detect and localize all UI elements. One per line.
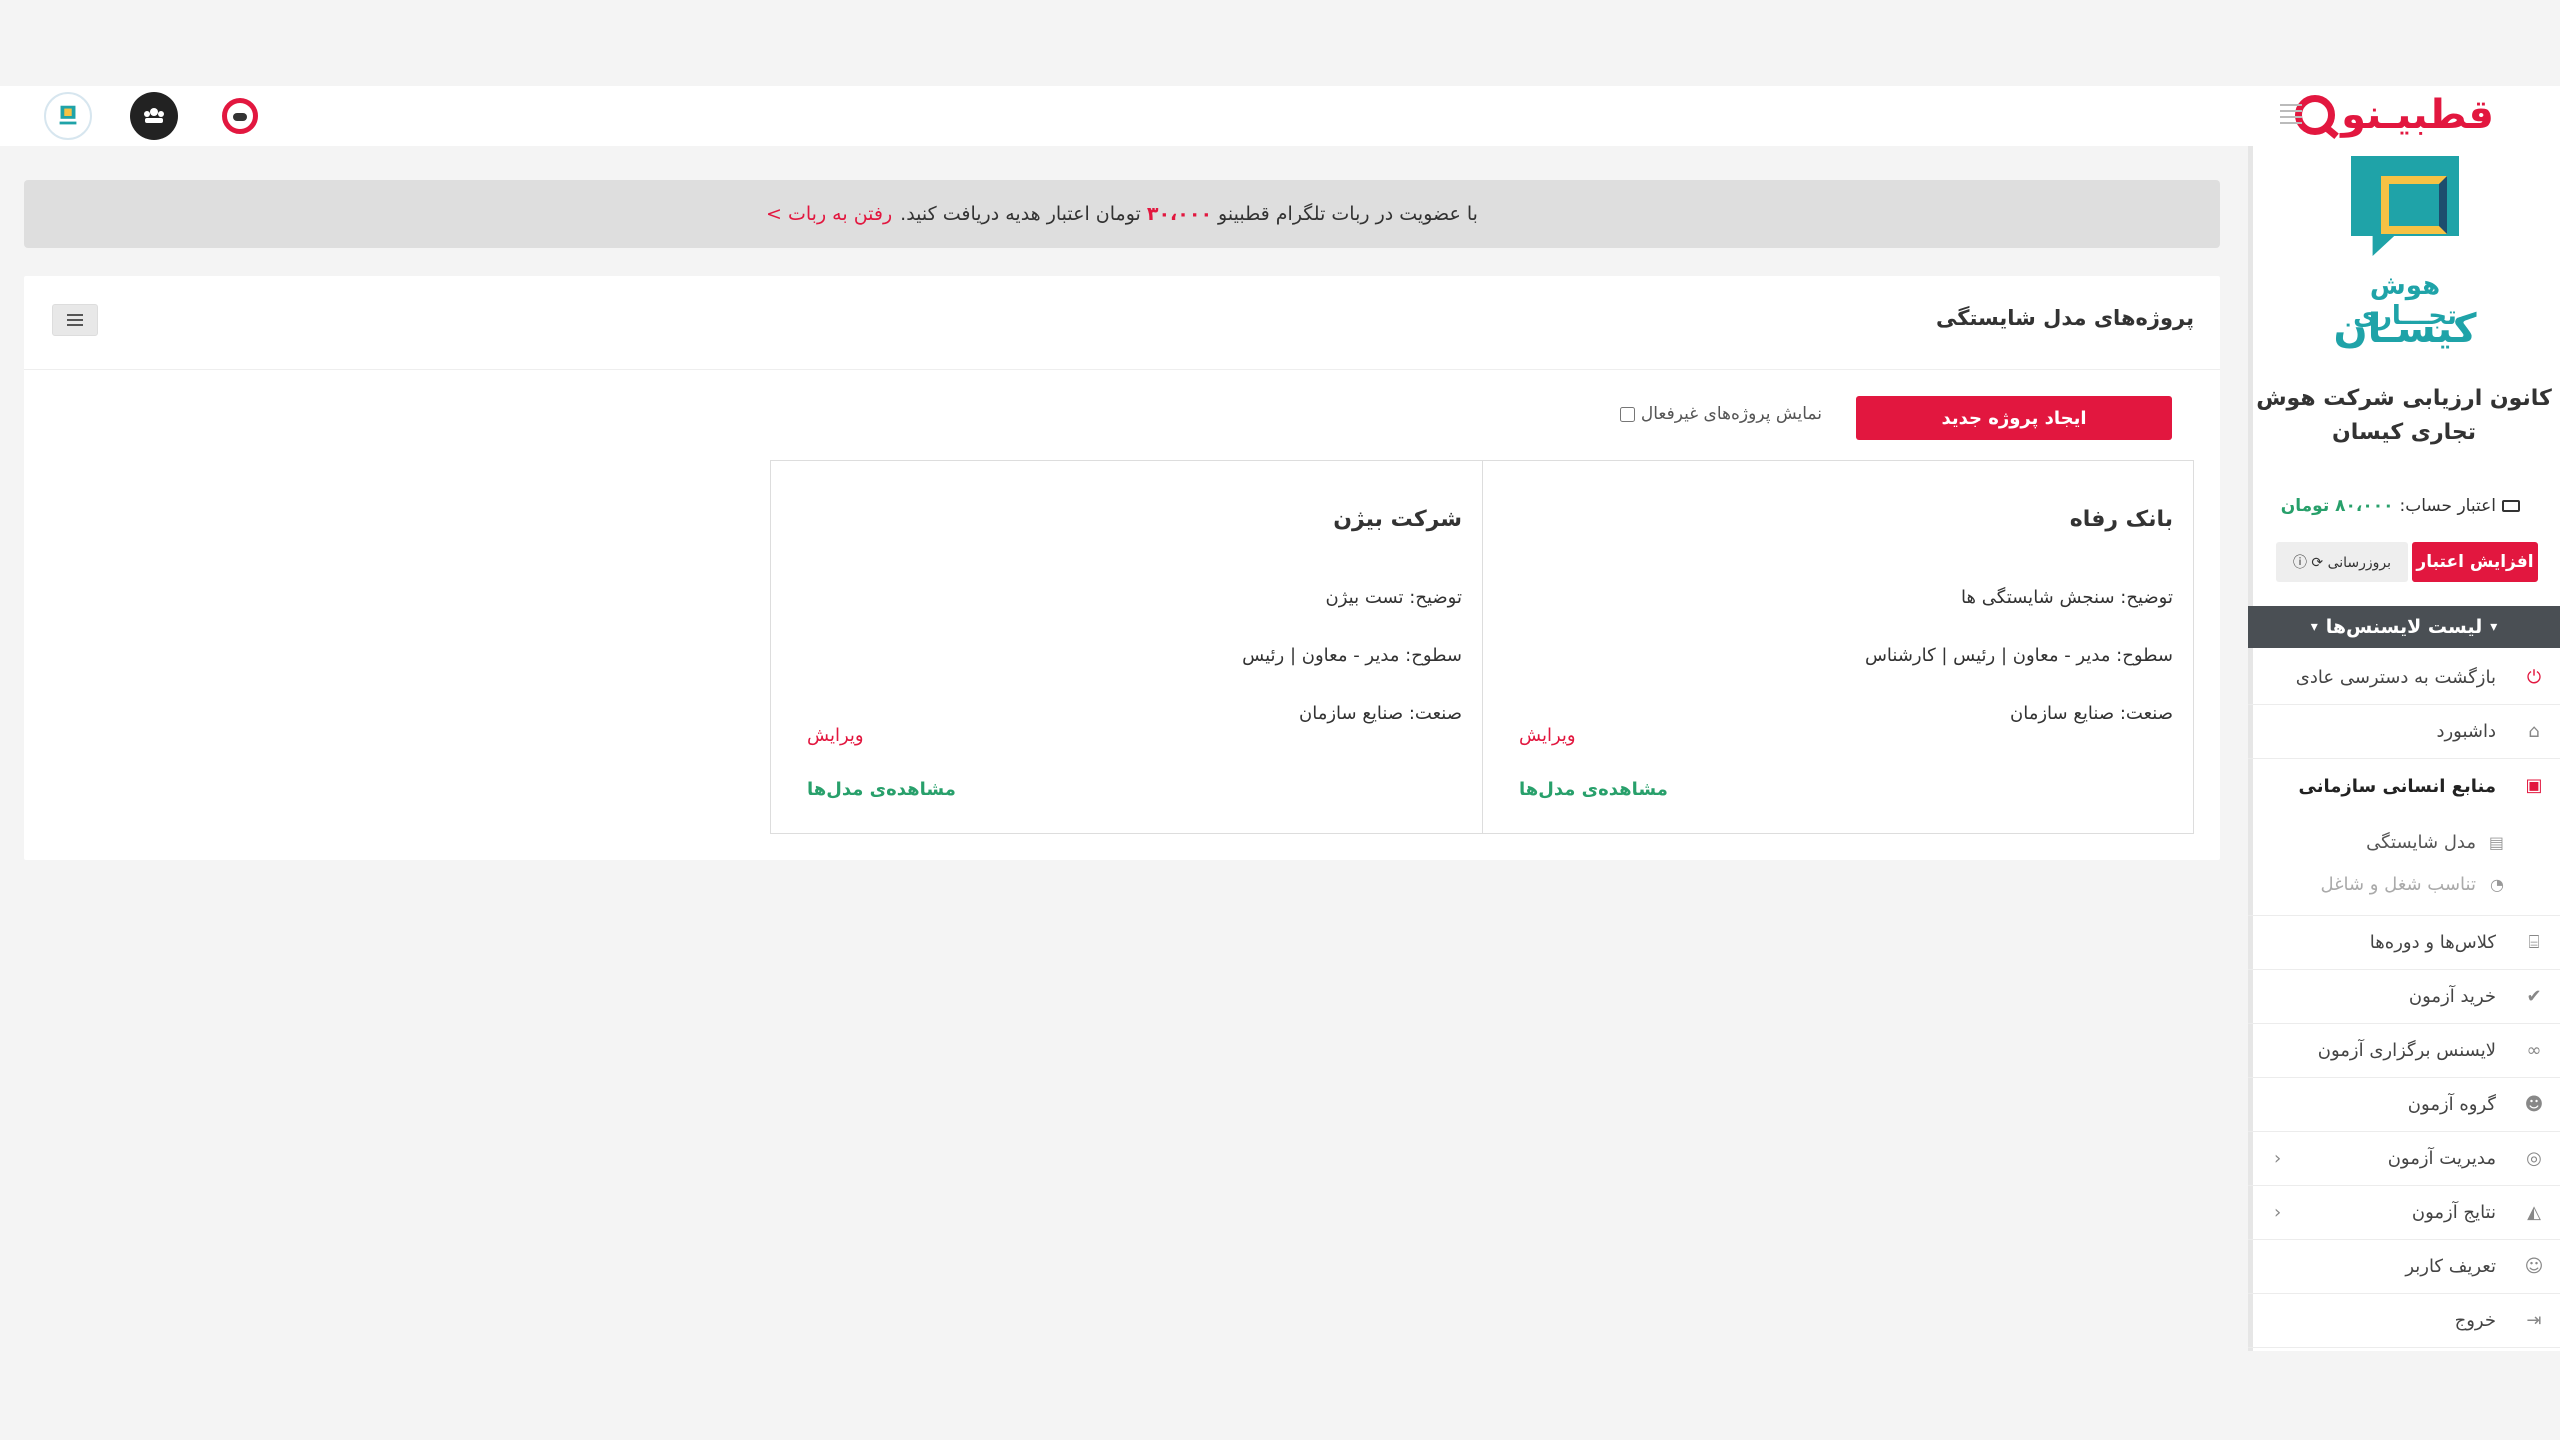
credit-label: اعتبار حساب: [2399,496,2496,516]
project-industry: صنعت: صنایع سازمان [1299,703,1462,724]
project-description: توضیح: تست بیژن [1325,587,1463,608]
project-cards: بانک رفاه توضیح: سنجش شایستگی ها سطوح: م… [770,460,2194,834]
kisan-badge-icon[interactable] [44,92,92,140]
org-logo-text-2: کیسـان [2333,306,2477,352]
sidebar-nav: ⏻ بازگشت به دسترسی عادی ⌂ داشبورد ▣ مناب… [2248,651,2560,1348]
sidebar-item-label: تعریف کاربر [2405,1256,2496,1277]
sidebar-item-exam-results[interactable]: ◭ نتایج آزمون ‹ [2248,1186,2560,1240]
sidebar-item-label: خروج [2454,1310,2496,1331]
community-icon[interactable] [130,92,178,140]
go-to-bot-link[interactable]: رفتن به ربات > [766,203,892,225]
users-icon: ☻ [2524,1094,2544,1115]
menu-toggle-icon[interactable] [2280,104,2302,124]
license-list-label: لیست لایسنس‌ها [2325,616,2483,638]
sidebar-item-job-fit[interactable]: ◔ تناسب شغل و شاغل [2248,863,2560,905]
account-credit: اعتبار حساب: ۸۰،۰۰۰ تومان [2281,496,2520,516]
sidebar-item-dashboard[interactable]: ⌂ داشبورد [2248,705,2560,759]
home-icon: ⌂ [2528,721,2540,742]
project-levels: سطوح: مدیر - معاون | رئیس | کارشناس [1864,645,2173,666]
org-logo-icon [2351,156,2459,256]
check-circle-icon: ✔ [2526,986,2542,1007]
sign-out-icon: ⇥ [2526,1310,2542,1331]
sidebar-item-label: منابع انسانی سازمانی [2298,775,2496,797]
sidebar-item-competency-model[interactable]: ▤ مدل شایستگی [2248,821,2560,863]
area-chart-icon: ◭ [2527,1202,2541,1223]
sidebar-item-exam-management[interactable]: ◎ مدیریت آزمون ‹ [2248,1132,2560,1186]
map-icon: ▤ [2488,833,2504,852]
chevron-down-icon: ▾ [2310,619,2318,635]
settings-circle-icon: ◎ [2526,1148,2542,1169]
sidebar: هوش تجـــاری کیسـان کانون ارزیابی شرکت ه… [2248,146,2560,1351]
sidebar-item-label: خرید آزمون [2408,986,2496,1007]
sidebar-item-label: داشبورد [2436,721,2496,742]
refresh-icon: ⟳ [2311,555,2324,571]
sidebar-item-back-to-normal[interactable]: ⏻ بازگشت به دسترسی عادی [2248,651,2560,705]
sidebar-item-exam-group[interactable]: ☻ گروه آزمون [2248,1078,2560,1132]
chevron-down-icon: ▾ [2490,619,2498,635]
telegram-notice: با عضویت در ربات تلگرام قطبینو ۳۰،۰۰۰ تو… [24,180,2220,248]
briefcase-icon: ▣ [2525,775,2543,796]
robot-icon[interactable] [216,92,264,140]
sidebar-item-label: کلاس‌ها و دوره‌ها [2369,932,2496,953]
top-bar: قطبیـنو [0,86,2560,146]
money-icon [2502,500,2520,512]
sidebar-item-label: بازگشت به دسترسی عادی [2295,667,2496,688]
project-card: شرکت بیژن توضیح: تست بیژن سطوح: مدیر - م… [770,460,1482,834]
sidebar-item-label: لایسنس برگزاری آزمون [2317,1040,2496,1061]
brand-logo[interactable]: قطبیـنو [2295,92,2495,138]
notice-text-after: تومان اعتبار هدیه دریافت کنید. [900,203,1141,225]
notice-amount: ۳۰،۰۰۰ [1146,203,1213,225]
view-models-link[interactable]: مشاهده‌ی مدل‌ها [1519,779,1668,800]
sidebar-item-label: مدل شایستگی [2366,831,2476,853]
sidebar-item-label: نتایج آزمون [2411,1202,2496,1223]
project-title: بانک رفاه [2069,507,2173,532]
org-name: کانون ارزیابی شرکت هوش تجاری کیسان [2256,386,2552,445]
project-title: شرکت بیژن [1333,507,1462,532]
projects-panel: پروژه‌های مدل شایستگی ایجاد پروژه جدید ن… [24,276,2220,860]
sidebar-item-logout[interactable]: ⇥ خروج [2248,1294,2560,1348]
show-inactive-checkbox[interactable] [1619,406,1635,422]
list-view-button[interactable] [52,304,98,336]
show-inactive-label: نمایش پروژه‌های غیرفعال [1640,404,1822,424]
refresh-credit-button[interactable]: بروزرسانی ⟳ ⓘ [2276,542,2408,582]
project-industry: صنعت: صنایع سازمان [2010,703,2173,724]
hr-submenu: ▤ مدل شایستگی ◔ تناسب شغل و شاغل [2248,813,2560,916]
sidebar-item-label: مدیریت آزمون [2387,1148,2496,1169]
sidebar-item-exam-license[interactable]: ∞ لایسنس برگزاری آزمون [2248,1024,2560,1078]
gauge-icon: ◔ [2490,875,2504,894]
edit-project-link[interactable]: ویرایش [1519,725,1576,746]
edit-project-link[interactable]: ویرایش [807,725,864,746]
page: قطبیـنو با عضویت در ربات تلگرام قطبینو ۳… [0,0,2560,1440]
view-models-link[interactable]: مشاهده‌ی مدل‌ها [807,779,956,800]
user-plus-icon: ☺ [2524,1256,2544,1277]
show-inactive-toggle[interactable]: نمایش پروژه‌های غیرفعال [1619,404,1822,424]
info-icon: ⓘ [2292,555,2307,571]
sidebar-item-hr[interactable]: ▣ منابع انسانی سازمانی [2248,759,2560,813]
chevron-left-icon: ‹ [2274,1148,2282,1169]
sidebar-item-label: تناسب شغل و شاغل [2320,873,2476,895]
power-icon: ⏻ [2526,667,2542,688]
project-description: توضیح: سنجش شایستگی ها [1961,587,2173,608]
institution-icon: ⌸ [2528,932,2540,953]
link-icon: ∞ [2526,1040,2542,1061]
credit-value: ۸۰،۰۰۰ تومان [2280,496,2394,516]
new-project-button[interactable]: ایجاد پروژه جدید [1856,396,2172,440]
project-card: بانک رفاه توضیح: سنجش شایستگی ها سطوح: م… [1482,460,2194,834]
project-levels: سطوح: مدیر - معاون | رئیس [1242,645,1462,666]
brand-name: قطبیـنو [2341,92,2495,138]
chevron-left-icon: ‹ [2274,1202,2282,1223]
sidebar-item-classes[interactable]: ⌸ کلاس‌ها و دوره‌ها [2248,916,2560,970]
refresh-label: بروزرسانی [2327,555,2392,571]
sidebar-item-buy-exam[interactable]: ✔ خرید آزمون [2248,970,2560,1024]
sidebar-item-define-user[interactable]: ☺ تعریف کاربر [2248,1240,2560,1294]
increase-credit-button[interactable]: افزایش اعتبار [2412,542,2538,582]
license-list-toggle[interactable]: ▾ لیست لایسنس‌ها ▾ [2248,606,2560,648]
notice-text-before: با عضویت در ربات تلگرام قطبینو [1218,203,1478,225]
panel-title: پروژه‌های مدل شایستگی [1936,306,2194,330]
org-logo: هوش تجـــاری کیسـان [2325,156,2485,352]
panel-header: پروژه‌های مدل شایستگی [24,276,2220,370]
sidebar-item-label: گروه آزمون [2407,1094,2496,1115]
